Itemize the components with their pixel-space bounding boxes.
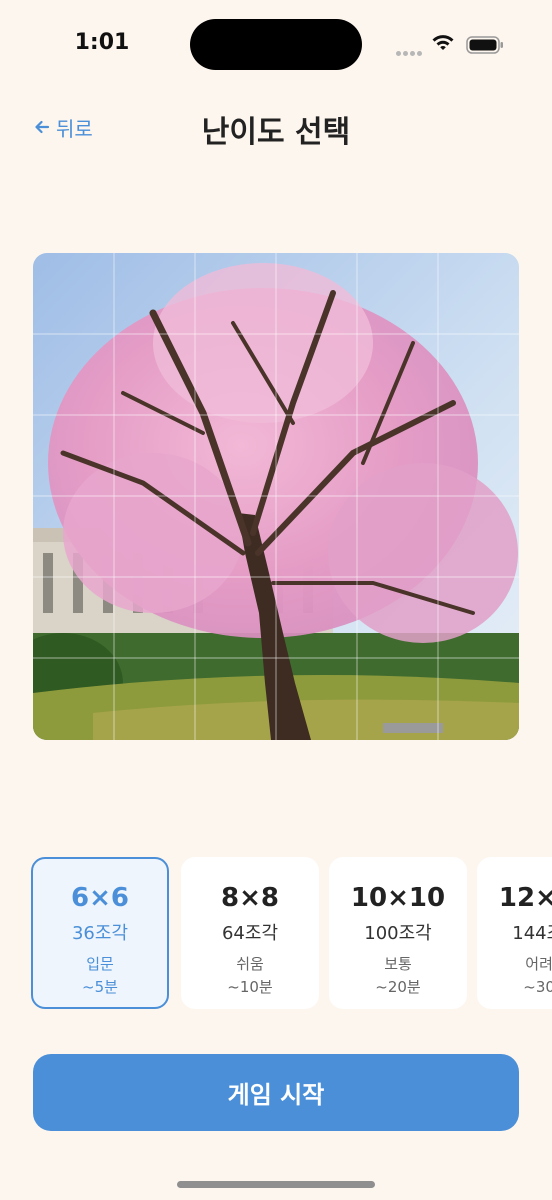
difficulty-size: 6×6 (71, 883, 129, 913)
difficulty-card-10x10[interactable]: 10×10 100조각 보통 ~20분 (329, 857, 467, 1009)
home-indicator[interactable] (177, 1181, 375, 1188)
battery-icon (466, 36, 504, 54)
difficulty-card-6x6[interactable]: 6×6 36조각 입문 ~5분 (31, 857, 169, 1009)
difficulty-pieces: 64조각 (221, 923, 279, 944)
page-title: 난이도 선택 (201, 115, 351, 150)
wifi-icon (431, 33, 455, 53)
difficulty-size: 10×10 (350, 883, 446, 913)
difficulty-pieces: 36조각 (71, 923, 129, 944)
difficulty-level: 입문 (86, 955, 114, 973)
difficulty-size: 12×12 (498, 883, 552, 913)
status-bar: 1:01 (0, 0, 552, 90)
difficulty-duration: ~5분 (82, 978, 118, 996)
difficulty-level: 쉬움 (236, 955, 264, 973)
cellular-signal-icon (396, 41, 426, 56)
difficulty-duration: ~10분 (227, 978, 273, 996)
difficulty-level: 어려움 (525, 955, 552, 973)
puzzle-preview-image (33, 253, 519, 740)
back-label: 뒤로 (56, 116, 93, 141)
difficulty-level: 보통 (384, 955, 412, 973)
difficulty-selector: 6×6 36조각 입문 ~5분 8×8 64조각 쉬움 ~10분 10×10 1… (0, 852, 552, 1016)
status-time: 1:01 (74, 30, 130, 55)
difficulty-pieces: 100조각 (364, 923, 432, 944)
back-button[interactable]: 뒤로 (34, 112, 93, 142)
difficulty-duration: ~20분 (375, 978, 421, 996)
dynamic-island (190, 19, 362, 70)
difficulty-duration: ~30분 (523, 978, 552, 996)
difficulty-pieces: 144조각 (512, 923, 552, 944)
start-game-button[interactable]: 게임 시작 (33, 1054, 519, 1131)
difficulty-size: 8×8 (221, 883, 279, 913)
difficulty-card-12x12[interactable]: 12×12 144조각 어려움 ~30분 (477, 857, 552, 1009)
arrow-left-icon (35, 120, 50, 134)
difficulty-card-8x8[interactable]: 8×8 64조각 쉬움 ~10분 (181, 857, 319, 1009)
